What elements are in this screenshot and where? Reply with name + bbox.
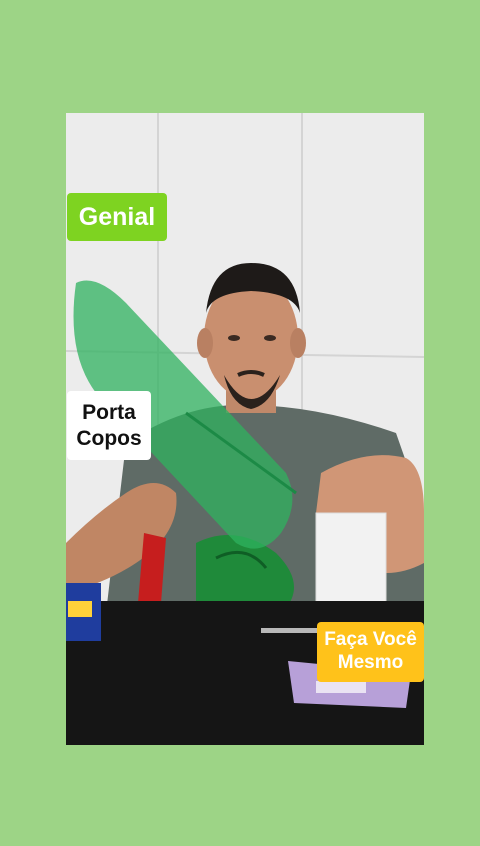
faca-label-line2: Mesmo [337, 652, 404, 673]
porta-label-line1: Porta [82, 401, 136, 425]
faca-label-line1: Faça Você [324, 629, 417, 651]
genial-label: Genial [78, 203, 156, 231]
porta-label-line2: Copos [76, 426, 142, 450]
faca-voce-mesmo-badge: Faça Você Mesmo [317, 622, 424, 682]
genial-badge: Genial [67, 193, 167, 241]
porta-copos-badge: Porta Copos [67, 391, 151, 460]
